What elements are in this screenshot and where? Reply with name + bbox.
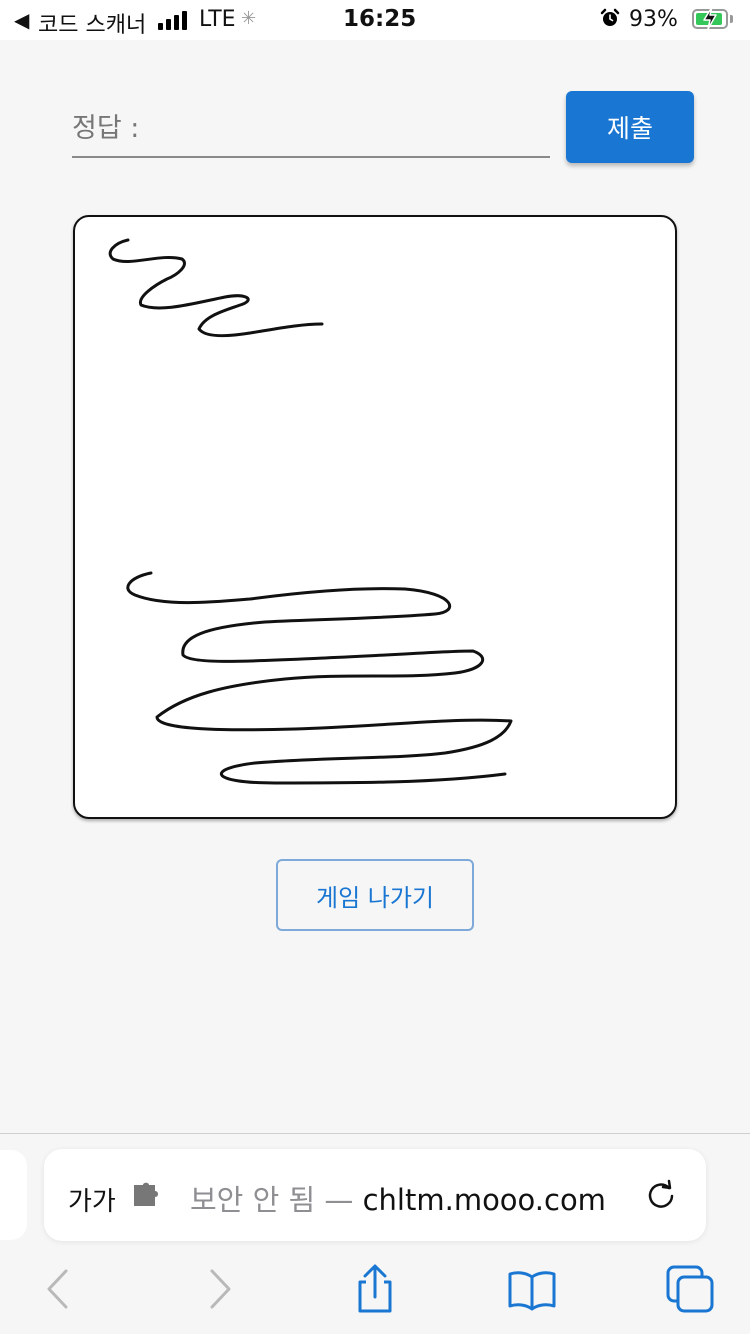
forward-icon[interactable] — [195, 1264, 245, 1314]
answer-input[interactable] — [72, 100, 550, 156]
battery-percent: 93% — [629, 7, 678, 32]
address-bar[interactable]: 가가 보안 안 됨 — chltm.mooo.com — [44, 1149, 706, 1241]
alarm-icon — [600, 8, 620, 26]
back-icon[interactable] — [33, 1264, 83, 1314]
loading-icon: ✳ — [241, 8, 257, 29]
charging-bolt-icon — [703, 6, 717, 30]
drawing-stroke-top — [108, 238, 324, 338]
bookmarks-icon[interactable] — [507, 1264, 557, 1314]
puzzle-icon[interactable] — [132, 1182, 162, 1208]
text-size-button[interactable]: 가가 — [68, 1181, 116, 1218]
drawing-canvas[interactable] — [73, 215, 677, 819]
drawing-stroke-bottom — [126, 571, 513, 785]
toolbar-divider — [0, 1133, 750, 1134]
battery-cap — [730, 15, 733, 23]
answer-field[interactable] — [72, 100, 550, 158]
network-type: LTE — [199, 7, 236, 32]
submit-button[interactable]: 제출 — [566, 91, 694, 163]
previous-tab-peek[interactable] — [0, 1150, 27, 1240]
share-icon[interactable] — [350, 1264, 400, 1314]
drawing-strokes — [108, 238, 513, 785]
reload-icon[interactable] — [644, 1179, 678, 1213]
clock: 16:25 — [343, 6, 417, 32]
url-domain: chltm.mooo.com — [362, 1183, 606, 1217]
exit-game-button[interactable]: 게임 나가기 — [276, 859, 474, 931]
security-warning: 보안 안 됨 — — [190, 1183, 363, 1217]
back-to-app-label[interactable]: 코드 스캐너 — [38, 7, 146, 39]
back-to-app-icon[interactable]: ◀ — [14, 8, 29, 32]
tabs-icon[interactable] — [665, 1264, 715, 1314]
url-text[interactable]: 보안 안 됨 — chltm.mooo.com — [190, 1177, 606, 1219]
status-bar: ◀ 코드 스캐너 LTE ✳ 16:25 93% — [0, 0, 750, 40]
signal-icon — [158, 10, 187, 30]
